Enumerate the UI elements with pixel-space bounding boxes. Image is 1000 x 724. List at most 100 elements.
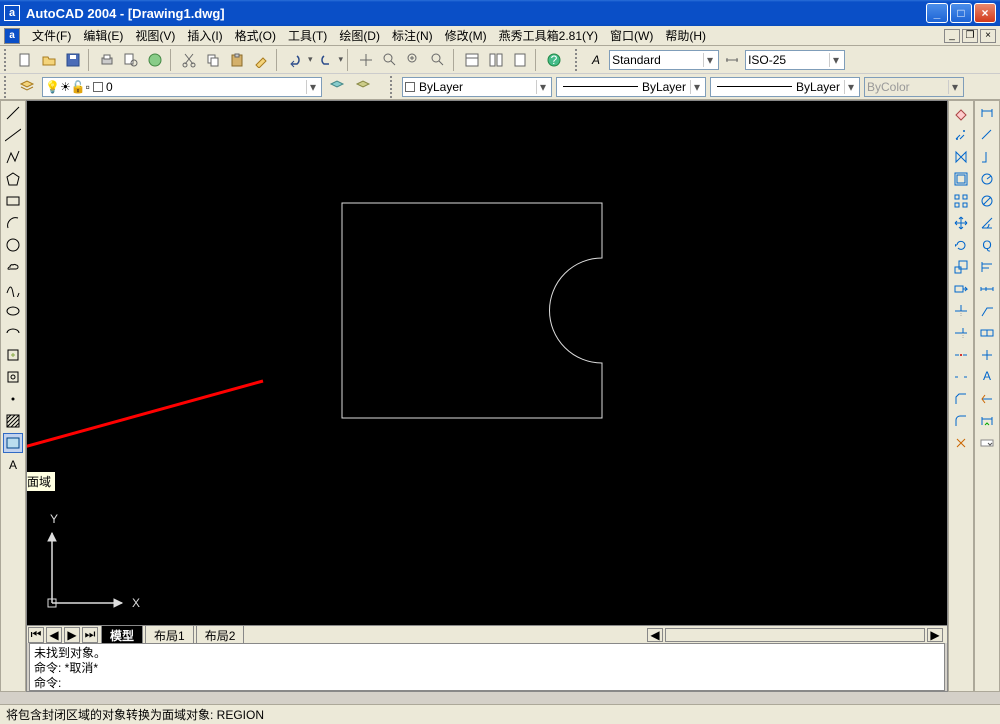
drawing-canvas[interactable]: X Y 面域 [27, 101, 947, 625]
chamfer-tool[interactable] [951, 389, 971, 409]
point-tool[interactable] [3, 389, 23, 409]
print-button[interactable] [96, 49, 118, 71]
tab-first-button[interactable]: ⏮ [28, 627, 44, 643]
diameter-dim-tool[interactable] [977, 191, 997, 211]
arc-tool[interactable] [3, 213, 23, 233]
zoom-window-button[interactable] [403, 49, 425, 71]
text-style-combo[interactable]: Standard ▾ [609, 50, 719, 70]
offset-tool[interactable] [951, 169, 971, 189]
stretch-tool[interactable] [951, 279, 971, 299]
rectangle-tool[interactable] [3, 191, 23, 211]
help-button[interactable]: ? [543, 49, 565, 71]
hscroll-right-button[interactable]: ▶ [927, 628, 943, 642]
move-tool[interactable] [951, 213, 971, 233]
menu-view[interactable]: 视图(V) [131, 25, 179, 46]
window-close-button[interactable]: × [974, 3, 996, 23]
make-block-tool[interactable] [3, 367, 23, 387]
revision-cloud-tool[interactable] [3, 257, 23, 277]
region-tool[interactable] [3, 433, 23, 453]
circle-tool[interactable] [3, 235, 23, 255]
print-preview-button[interactable] [120, 49, 142, 71]
save-button[interactable] [62, 49, 84, 71]
text-style-button[interactable]: A [585, 49, 607, 71]
menu-yanxiu[interactable]: 燕秀工具箱2.81(Y) [495, 25, 602, 46]
menu-dimension[interactable]: 标注(N) [388, 25, 437, 46]
command-line[interactable]: 未找到对象。 命令: *取消* 命令: [29, 643, 945, 691]
copy-tool[interactable] [951, 125, 971, 145]
hscroll-left-button[interactable]: ◀ [647, 628, 663, 642]
menu-window[interactable]: 窗口(W) [606, 25, 657, 46]
menu-insert[interactable]: 插入(I) [183, 25, 226, 46]
tab-layout1[interactable]: 布局1 [145, 625, 194, 645]
menu-tools[interactable]: 工具(T) [284, 25, 331, 46]
new-button[interactable] [14, 49, 36, 71]
menu-modify[interactable]: 修改(M) [441, 25, 491, 46]
pan-button[interactable] [355, 49, 377, 71]
explode-tool[interactable] [951, 433, 971, 453]
toolbar-grip[interactable] [4, 49, 10, 71]
layer-manager-button[interactable] [16, 76, 38, 98]
array-tool[interactable] [951, 191, 971, 211]
extend-tool[interactable] [951, 323, 971, 343]
open-button[interactable] [38, 49, 60, 71]
mirror-tool[interactable] [951, 147, 971, 167]
insert-block-tool[interactable] [3, 345, 23, 365]
tolerance-tool[interactable] [977, 323, 997, 343]
properties-toolbar-grip[interactable] [390, 76, 396, 98]
scale-tool[interactable] [951, 257, 971, 277]
ellipse-arc-tool[interactable] [3, 323, 23, 343]
plotstyle-combo[interactable]: ByColor ▾ [864, 77, 964, 97]
paste-button[interactable] [226, 49, 248, 71]
layer-toolbar-grip[interactable] [4, 76, 10, 98]
tab-prev-button[interactable]: ◀ [46, 627, 62, 643]
break-tool[interactable] [951, 367, 971, 387]
angular-dim-tool[interactable] [977, 213, 997, 233]
zoom-previous-button[interactable] [427, 49, 449, 71]
fillet-tool[interactable] [951, 411, 971, 431]
aligned-dim-tool[interactable] [977, 125, 997, 145]
dim-update-tool[interactable] [977, 411, 997, 431]
layer-states-button[interactable] [352, 76, 374, 98]
trim-tool[interactable] [951, 301, 971, 321]
tab-last-button[interactable]: ⏭ [82, 627, 98, 643]
redo-button[interactable] [315, 49, 337, 71]
dim-style-button[interactable] [721, 49, 743, 71]
mdi-close-button[interactable]: × [980, 29, 996, 43]
dim-style-combo[interactable]: ISO-25 ▾ [745, 50, 845, 70]
menu-edit[interactable]: 编辑(E) [79, 25, 127, 46]
rotate-tool[interactable] [951, 235, 971, 255]
mdi-restore-button[interactable]: ❐ [962, 29, 978, 43]
line-tool[interactable] [3, 103, 23, 123]
leader-tool[interactable] [977, 301, 997, 321]
spline-tool[interactable] [3, 279, 23, 299]
hatch-tool[interactable] [3, 411, 23, 431]
menu-draw[interactable]: 绘图(D) [335, 25, 384, 46]
lineweight-combo[interactable]: ByLayer ▾ [710, 77, 860, 97]
mdi-minimize-button[interactable]: _ [944, 29, 960, 43]
break-at-point-tool[interactable] [951, 345, 971, 365]
construction-line-tool[interactable] [3, 125, 23, 145]
window-minimize-button[interactable]: _ [926, 3, 948, 23]
text-tool[interactable]: A [3, 455, 23, 475]
tab-next-button[interactable]: ▶ [64, 627, 80, 643]
window-maximize-button[interactable]: □ [950, 3, 972, 23]
polygon-tool[interactable] [3, 169, 23, 189]
ordinate-dim-tool[interactable] [977, 147, 997, 167]
baseline-dim-tool[interactable] [977, 257, 997, 277]
menu-help[interactable]: 帮助(H) [661, 25, 710, 46]
properties-button[interactable] [461, 49, 483, 71]
erase-tool[interactable] [951, 103, 971, 123]
ellipse-tool[interactable] [3, 301, 23, 321]
menu-file[interactable]: 文件(F) [28, 25, 75, 46]
menu-format[interactable]: 格式(O) [231, 25, 280, 46]
linetype-combo[interactable]: ByLayer ▾ [556, 77, 706, 97]
match-properties-button[interactable] [250, 49, 272, 71]
zoom-realtime-button[interactable] [379, 49, 401, 71]
linear-dim-tool[interactable] [977, 103, 997, 123]
layer-previous-button[interactable] [326, 76, 348, 98]
undo-button[interactable] [284, 49, 306, 71]
dim-style-dropdown[interactable] [977, 433, 997, 453]
continue-dim-tool[interactable] [977, 279, 997, 299]
tab-model[interactable]: 模型 [101, 625, 143, 645]
center-mark-tool[interactable] [977, 345, 997, 365]
